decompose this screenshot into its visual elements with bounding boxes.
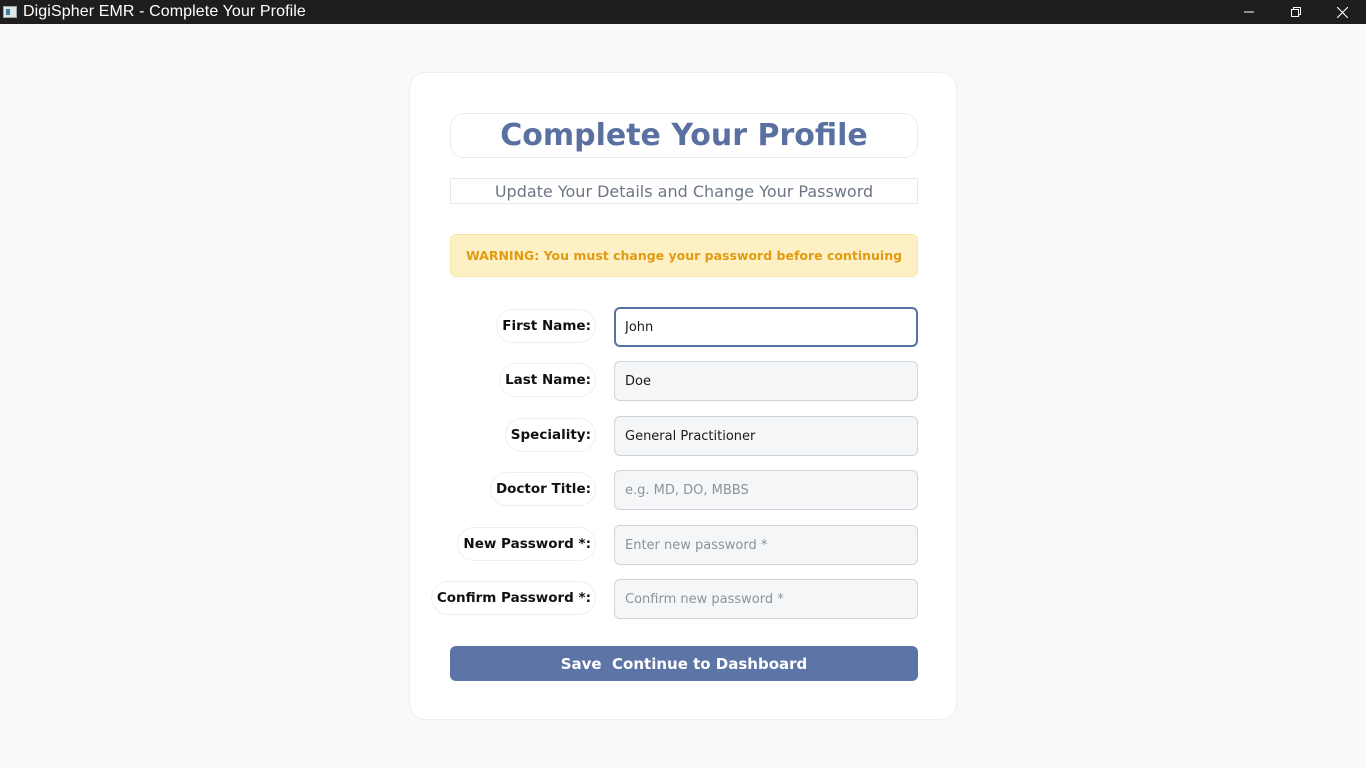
profile-card: Complete Your Profile Update Your Detail… [409,72,957,720]
speciality-row: Speciality: [450,416,918,456]
confirm-password-input[interactable] [614,579,918,619]
warning-text: WARNING: You must change your password b… [465,248,903,263]
doctor-title-input[interactable] [614,470,918,510]
confirm-password-label: Confirm Password *: [430,581,596,615]
last-name-row: Last Name: [450,361,918,401]
confirm-password-label-text: Confirm Password *: [436,590,591,606]
save-continue-button[interactable]: Save Continue to Dashboard [450,646,918,681]
title-box: Complete Your Profile [450,113,918,158]
new-password-label: New Password *: [457,527,596,561]
doctor-title-label-text: Doctor Title: [495,481,591,497]
new-password-input[interactable] [614,525,918,565]
page-subtitle: Update Your Details and Change Your Pass… [494,181,874,201]
window-title: DigiSpher EMR - Complete Your Profile [23,3,306,20]
new-password-row: New Password *: [450,525,918,565]
new-password-label-text: New Password *: [463,536,591,552]
app-window-icon [3,6,17,18]
last-name-label-text: Last Name: [505,372,591,388]
last-name-label: Last Name: [499,363,596,397]
first-name-row: First Name: [450,307,918,347]
last-name-input[interactable] [614,361,918,401]
close-icon[interactable] [1319,0,1366,24]
subtitle-box: Update Your Details and Change Your Pass… [450,178,918,204]
speciality-input[interactable] [614,416,918,456]
minimize-icon[interactable] [1225,0,1272,24]
window-titlebar: DigiSpher EMR - Complete Your Profile [0,0,1366,24]
password-warning-banner: WARNING: You must change your password b… [450,234,918,277]
speciality-label: Speciality: [504,418,596,452]
first-name-input[interactable] [614,307,918,347]
speciality-label-text: Speciality: [510,427,591,443]
first-name-label: First Name: [496,309,596,343]
window-controls [1225,0,1366,24]
page-title: Complete Your Profile [500,118,868,153]
confirm-password-row: Confirm Password *: [430,579,918,619]
doctor-title-label: Doctor Title: [489,472,596,506]
doctor-title-row: Doctor Title: [450,470,918,510]
first-name-label-text: First Name: [502,318,591,334]
restore-icon[interactable] [1272,0,1319,24]
